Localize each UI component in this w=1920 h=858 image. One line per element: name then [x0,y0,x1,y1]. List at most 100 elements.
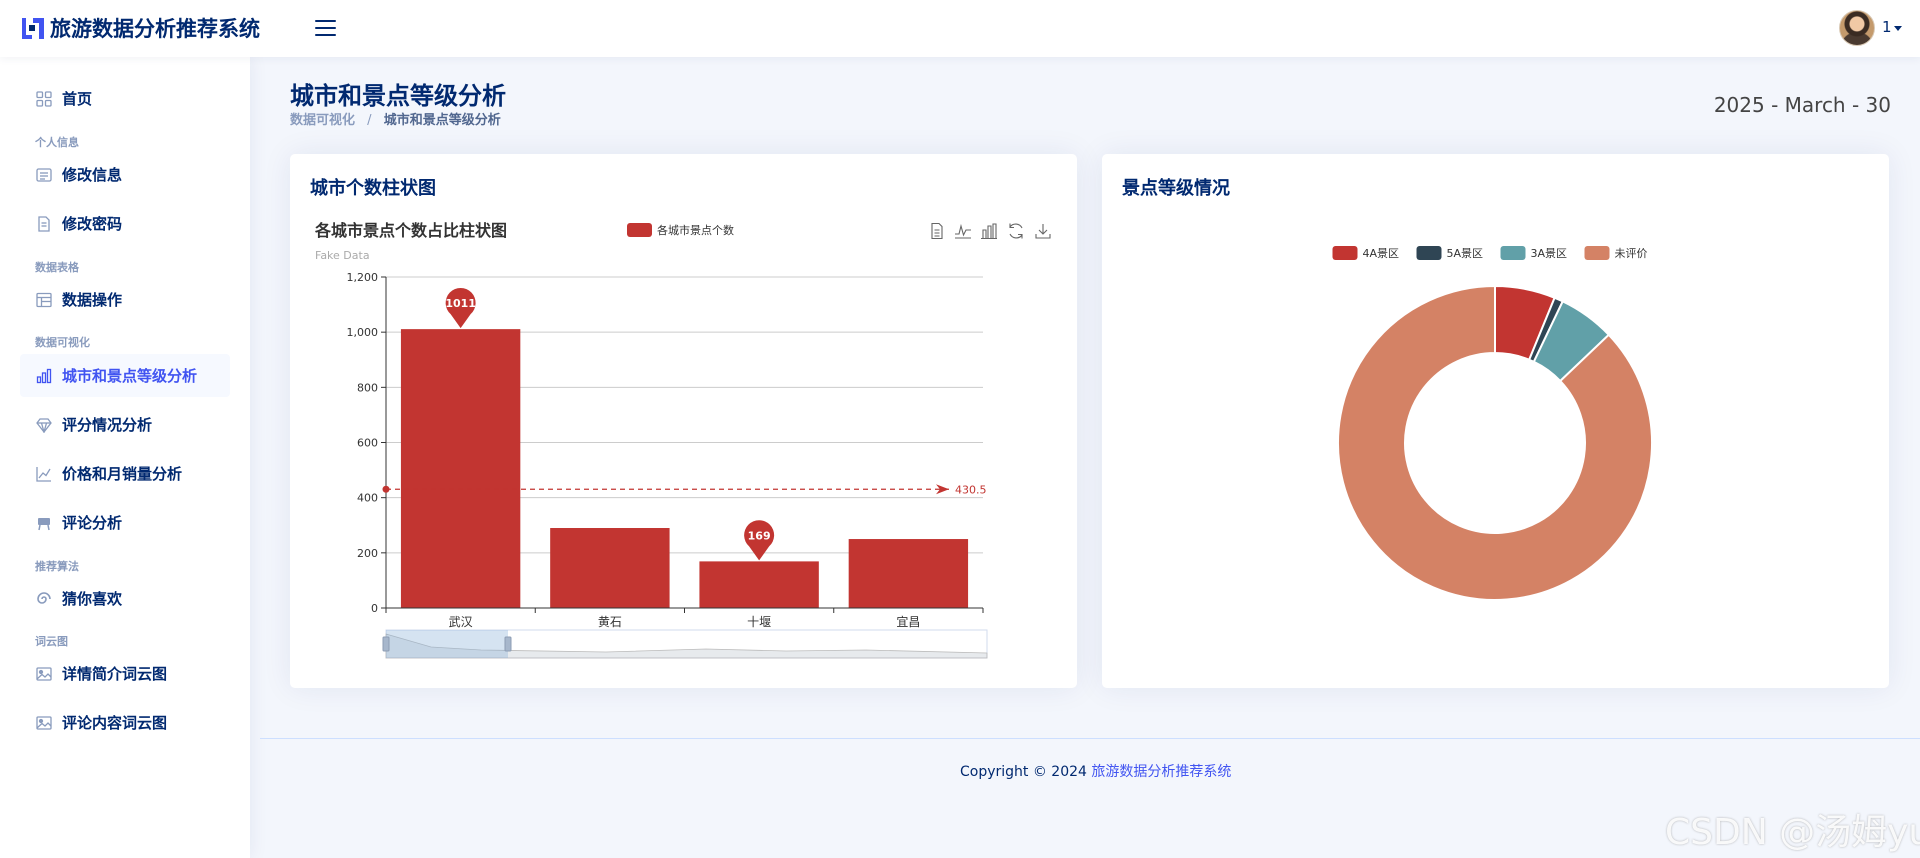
sidebar-item-label: 猜你喜欢 [62,590,123,608]
sidebar-item-label: 详情简介词云图 [62,665,168,683]
current-date: 2025 - March - 30 [1713,93,1891,117]
x-tick-label: 武汉 [449,615,473,629]
user-avatar[interactable] [1839,10,1875,46]
y-tick-label: 200 [357,547,378,560]
sidebar-item-label: 修改密码 [62,215,123,233]
sidebar-item-home[interactable]: 首页 [20,77,230,120]
sidebar-item-comment-analysis[interactable]: 评论分析 [20,501,230,544]
datazoom-handle[interactable] [382,636,390,652]
legend-label: 5A景区 [1447,247,1484,260]
bar-chart: 各城市景点个数占比柱状图 Fake Data 各城市景点个数 0 200 400 60… [314,221,1052,659]
donut-chart: 4A景区 5A景区 3A景区 未评价 [1332,246,1653,601]
city-count-card: 城市个数柱状图 各城市景点个数占比柱状图 Fake Data 各城市景点个数 0… [290,154,1077,688]
sidebar-item-comment-wordcloud[interactable]: 评论内容词云图 [20,701,230,744]
legend-label: 3A景区 [1531,247,1568,260]
sidebar-item-label: 评论内容词云图 [62,714,168,732]
legend-swatch [1332,246,1358,260]
sidebar-item-rating-analysis[interactable]: 评分情况分析 [20,403,230,446]
scenic-level-card: 景点等级情况 4A景区 5A景区 3A景区 未评价 [1102,154,1889,688]
legend-item[interactable]: 各城市景点个数 [627,223,734,237]
user-name[interactable]: 1 [1882,18,1892,36]
breadcrumb-separator: / [367,113,372,128]
pie-slices [1337,284,1653,601]
sidebar-item-edit-info[interactable]: 修改信息 [20,153,230,196]
mark-point-label: 1011 [445,297,476,310]
sidebar-item-detail-wordcloud[interactable]: 详情简介词云图 [20,652,230,695]
bar[interactable] [699,561,819,608]
sidebar-item-label: 首页 [62,90,93,108]
x-tick-label: 黄石 [598,615,622,629]
chevron-down-icon[interactable] [1894,26,1902,31]
easel-icon [35,514,53,532]
sidebar-item-price-sales-analysis[interactable]: 价格和月销量分析 [20,452,230,495]
legend-label: 各城市景点个数 [657,223,734,237]
legend-swatch [1584,246,1610,260]
y-tick-label: 0 [371,602,378,615]
line-switch-icon[interactable] [954,222,972,240]
app-title: 旅游数据分析推荐系统 [50,17,260,41]
x-tick-label: 宜昌 [896,614,920,629]
legend-label: 未评价 [1615,247,1648,260]
logo-icon [22,18,44,39]
bar-series [400,329,969,608]
legend-item[interactable]: 3A景区 [1500,246,1568,260]
restore-icon[interactable] [1007,222,1025,240]
sidebar-heading: 数据表格 [35,261,79,274]
y-axis: 0 200 400 600 800 1,000 1,200 [347,271,387,615]
image-icon [35,665,53,683]
chart-subtitle: Fake Data [315,249,370,262]
sidebar-item-label: 城市和景点等级分析 [62,367,198,385]
legend-item[interactable]: 未评价 [1584,246,1648,260]
sidebar-item-data-operations[interactable]: 数据操作 [20,278,230,321]
legend-swatch [1416,246,1442,260]
hamburger-icon[interactable] [313,17,339,39]
sidebar-item-guess-you-like[interactable]: 猜你喜欢 [20,577,230,620]
x-axis: 武汉 黄石 十堰 宜昌 [385,607,984,629]
sidebar-item-label: 修改信息 [62,166,123,184]
bar[interactable] [400,329,521,608]
chart-legend: 4A景区 5A景区 3A景区 未评价 [1332,246,1648,260]
sidebar-item-city-level-analysis[interactable]: 城市和景点等级分析 [20,354,230,397]
sidebar-item-change-password[interactable]: 修改密码 [20,202,230,245]
legend-swatch [1500,246,1526,260]
sidebar-item-label: 评论分析 [62,514,123,532]
breadcrumb: 数据可视化 / 城市和景点等级分析 [290,109,501,128]
legend-item[interactable]: 5A景区 [1416,246,1484,260]
mark-point-label: 169 [748,529,771,542]
card-list-icon [35,166,53,184]
swirl-icon [35,590,53,608]
app-logo[interactable]: 旅游数据分析推荐系统 [20,13,260,43]
footer-divider [260,738,1920,739]
gem-icon [35,416,53,434]
sidebar-heading: 词云图 [35,635,68,648]
x-tick-label: 十堰 [747,615,771,629]
y-tick-label: 400 [357,492,378,505]
datazoom-window[interactable] [386,630,508,658]
breadcrumb-link[interactable]: 数据可视化 [290,113,355,128]
legend-swatch [627,223,652,237]
legend-label: 4A景区 [1363,247,1400,260]
images-icon [35,714,53,732]
table-icon [35,291,53,309]
y-tick-label: 600 [357,437,378,450]
bar[interactable] [550,528,670,608]
chart-title: 各城市景点个数占比柱状图 [314,221,507,240]
copyright-text: Copyright © 2024 [960,764,1087,780]
datazoom-slider[interactable] [382,629,988,659]
sidebar-heading: 数据可视化 [35,336,90,349]
document-icon [35,215,53,233]
y-tick-label: 800 [357,381,378,394]
legend-item[interactable]: 4A景区 [1332,246,1400,260]
breadcrumb-current: 城市和景点等级分析 [383,113,501,128]
datazoom-handle[interactable] [504,636,512,652]
sidebar-heading: 个人信息 [35,136,79,149]
y-tick-label: 1,000 [347,326,379,339]
line-chart-icon [35,465,53,483]
footer-link[interactable]: 旅游数据分析推荐系统 [1091,764,1231,780]
watermark: CSDN @汤姆yu [1665,812,1920,853]
data-view-icon[interactable] [928,222,946,240]
sidebar-item-label: 价格和月销量分析 [62,465,183,483]
save-image-icon[interactable] [1034,222,1052,240]
bar[interactable] [848,539,969,608]
bar-switch-icon[interactable] [980,222,998,240]
